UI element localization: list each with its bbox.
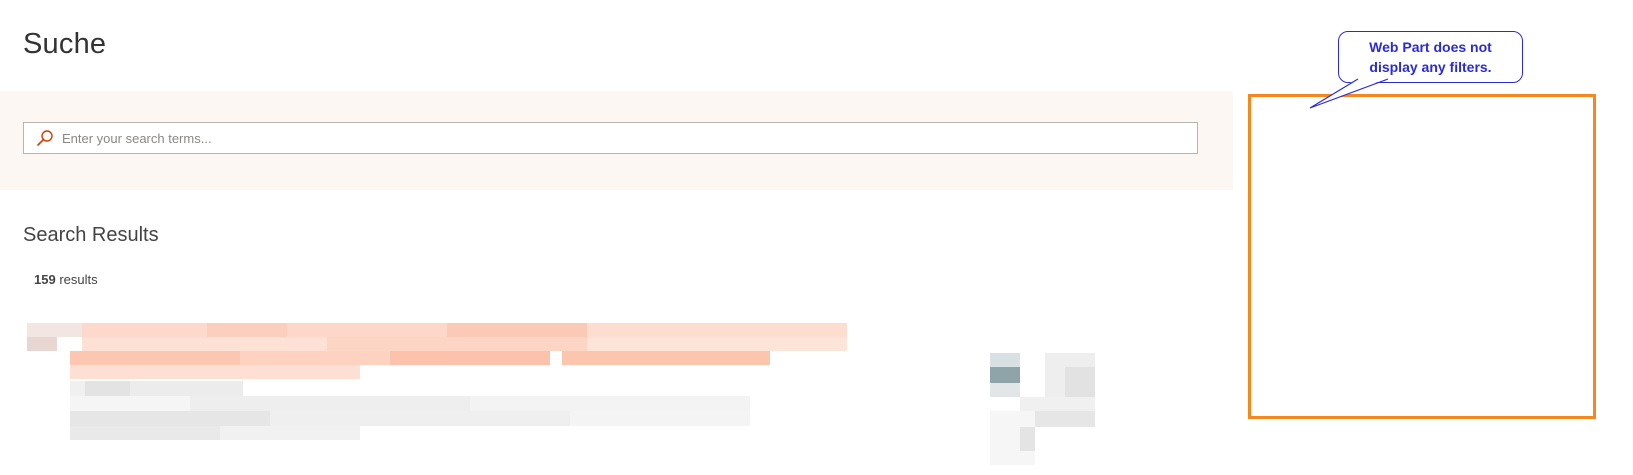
callout-line: Web Part does not [1369, 38, 1492, 55]
result-description-line [70, 396, 750, 411]
search-band [0, 91, 1233, 190]
page-title: Suche [23, 28, 107, 60]
result-description-line [70, 411, 750, 426]
results-count-number: 159 [34, 272, 56, 287]
results-count: 159 results [34, 272, 98, 287]
callout-line: display any filters. [1369, 59, 1492, 75]
result-title-line[interactable] [70, 351, 770, 365]
result-description-line [70, 426, 360, 440]
result-title-line[interactable] [70, 365, 360, 379]
callout-annotation: Web Part does not display any filters. [1338, 31, 1523, 83]
result-thumbnail[interactable] [990, 353, 1096, 465]
filters-web-part-empty [1248, 94, 1596, 419]
search-icon [36, 129, 54, 147]
result-item-blurred[interactable] [27, 323, 1107, 465]
results-count-label: results [59, 272, 98, 287]
result-title-line[interactable] [27, 323, 847, 337]
search-input[interactable] [62, 124, 1197, 152]
result-description-line [70, 381, 243, 396]
search-box[interactable] [23, 122, 1198, 154]
result-title-line[interactable] [27, 337, 847, 351]
results-heading: Search Results [23, 224, 159, 246]
callout-tail [1309, 78, 1388, 109]
